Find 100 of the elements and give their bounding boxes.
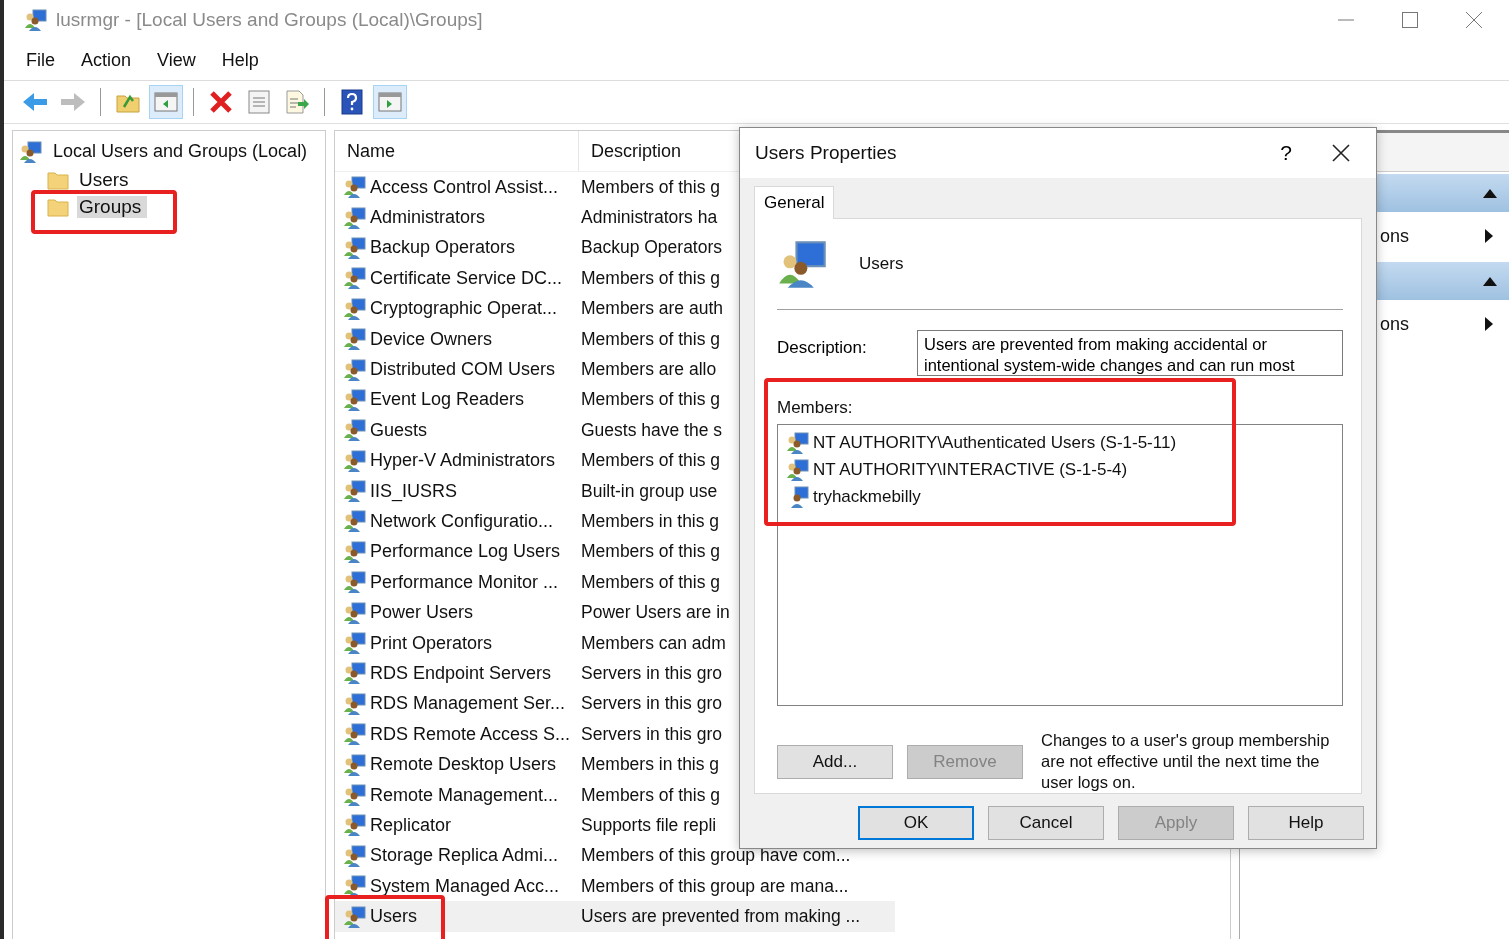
group-icon bbox=[786, 457, 810, 482]
group-description: Members are auth bbox=[580, 298, 723, 320]
group-description: Built-in group use bbox=[580, 480, 718, 502]
properties-icon bbox=[248, 90, 270, 114]
pane-menu-entry[interactable]: ons bbox=[1379, 225, 1409, 247]
group-name: Distributed COM Users bbox=[370, 359, 556, 381]
group-icon bbox=[343, 783, 367, 807]
group-icon bbox=[343, 175, 367, 200]
submenu-arrow-icon bbox=[1485, 229, 1493, 243]
member-item[interactable]: NT AUTHORITY\Authenticated Users (S-1-5-11) bbox=[813, 432, 1177, 453]
window-title: lusrmgr - [Local Users and Groups (Local)\Groups] bbox=[56, 9, 483, 31]
members-list[interactable]: NT AUTHORITY\Authenticated Users (S-1-5-11) NT AUTHORITY\INTERACTIVE (S-1-5-4) tryhackmebilly bbox=[777, 424, 1343, 706]
group-icon bbox=[343, 600, 367, 625]
group-icon bbox=[343, 448, 367, 473]
membership-note: Changes to a user's group membership are not effective until the next time the user logs on. bbox=[1041, 730, 1331, 793]
group-name: Administrators bbox=[370, 207, 486, 229]
show-action-pane-icon bbox=[378, 91, 402, 113]
member-button[interactable]: Add... bbox=[777, 744, 893, 779]
group-icon bbox=[343, 418, 367, 443]
group-icon bbox=[343, 387, 367, 412]
group-name: Users bbox=[859, 254, 904, 274]
column-header[interactable]: Name bbox=[335, 131, 579, 171]
tree-item[interactable]: Users bbox=[77, 168, 135, 191]
group-icon bbox=[343, 661, 367, 686]
folder-icon bbox=[47, 196, 69, 217]
group-description: Members of this g bbox=[580, 784, 721, 806]
group-icon bbox=[343, 509, 367, 534]
menu-item[interactable]: File bbox=[26, 49, 55, 71]
group-description: Members of this g bbox=[580, 571, 721, 593]
group-name: Certificate Service DC... bbox=[370, 267, 563, 289]
group-description: Members of this g bbox=[580, 176, 721, 198]
group-description: Servers in this gro bbox=[580, 693, 723, 715]
list-row[interactable]: Storage Replica Admi... Members of this group have com... bbox=[335, 840, 895, 871]
tree-item[interactable]: Groups bbox=[77, 195, 148, 218]
show-tree-icon bbox=[154, 91, 178, 113]
group-name: RDS Management Ser... bbox=[370, 693, 566, 715]
group-description: Backup Operators bbox=[580, 237, 723, 259]
group-name: Performance Log Users bbox=[370, 541, 561, 563]
group-icon bbox=[343, 722, 367, 747]
close-icon bbox=[1332, 144, 1350, 162]
group-description: Members of this group are mana... bbox=[580, 875, 849, 897]
list-row[interactable]: System Managed Acc... Members of this group are mana... bbox=[335, 871, 895, 902]
group-description: Members of this g bbox=[580, 328, 721, 350]
group-name: Access Control Assist... bbox=[370, 176, 559, 198]
group-icon bbox=[343, 235, 367, 260]
group-description: Guests have the s bbox=[580, 419, 723, 441]
pane-menu-entry[interactable]: ons bbox=[1379, 313, 1409, 335]
group-icon bbox=[343, 539, 367, 564]
group-name: Performance Monitor ... bbox=[370, 571, 559, 593]
users-group-icon bbox=[777, 238, 829, 290]
group-name: Network Configuratio... bbox=[370, 511, 554, 532]
members-label: Members: bbox=[777, 398, 854, 418]
group-icon bbox=[343, 813, 367, 838]
group-name: IIS_IUSRS bbox=[370, 480, 458, 502]
dialog-button[interactable]: Cancel bbox=[988, 806, 1104, 840]
app-icon bbox=[24, 8, 48, 32]
group-icon bbox=[343, 205, 367, 230]
close-icon[interactable] bbox=[1465, 11, 1483, 29]
group-description: Users are prevented from making ... bbox=[580, 906, 861, 928]
submenu-arrow-icon bbox=[1485, 317, 1493, 331]
group-name: Event Log Readers bbox=[370, 389, 525, 411]
dialog-button[interactable]: OK bbox=[858, 806, 974, 840]
maximize-icon[interactable] bbox=[1401, 11, 1419, 29]
show-tree-button[interactable] bbox=[149, 85, 183, 119]
computer-users-icon bbox=[19, 139, 43, 164]
group-name: Guests bbox=[370, 419, 428, 441]
description-field[interactable]: Users are prevented from making accidental or intentional system-wide changes and can run most bbox=[917, 330, 1343, 376]
group-name: Backup Operators bbox=[370, 237, 516, 259]
group-icon bbox=[343, 266, 367, 291]
group-icon bbox=[343, 296, 367, 321]
dialog-button[interactable]: Help bbox=[1248, 806, 1364, 840]
member-item[interactable]: tryhackmebilly bbox=[813, 486, 921, 507]
folder-icon bbox=[47, 169, 69, 190]
help-button[interactable]: ? bbox=[1266, 140, 1306, 166]
group-icon bbox=[343, 631, 367, 656]
group-name: Replicator bbox=[370, 814, 452, 836]
group-name: Cryptographic Operat... bbox=[370, 298, 558, 320]
menu-item[interactable]: View bbox=[157, 49, 196, 71]
group-name: Remote Desktop Users bbox=[370, 754, 557, 776]
group-icon bbox=[343, 327, 367, 352]
group-name: Print Operators bbox=[370, 632, 493, 654]
group-description: Administrators ha bbox=[580, 207, 718, 229]
group-name: Remote Management... bbox=[370, 784, 559, 806]
list-row[interactable]: Users Users are prevented from making ... bbox=[335, 901, 895, 932]
group-name: System Managed Acc... bbox=[370, 875, 560, 897]
group-name: Device Owners bbox=[370, 328, 493, 350]
group-description: Servers in this gro bbox=[580, 662, 723, 684]
list-row[interactable]: Cryptographic Operat... Members are auth bbox=[335, 293, 895, 324]
group-icon bbox=[343, 752, 367, 777]
group-icon bbox=[343, 904, 367, 929]
menu-item[interactable]: Help bbox=[221, 49, 259, 71]
menu-item[interactable]: Action bbox=[81, 49, 132, 71]
group-name: Power Users bbox=[370, 602, 474, 624]
tab[interactable]: General bbox=[754, 186, 835, 219]
delete-icon bbox=[209, 90, 233, 114]
group-description: Members of this g bbox=[580, 389, 721, 411]
group-icon bbox=[343, 357, 367, 382]
member-item[interactable]: NT AUTHORITY\INTERACTIVE (S-1-5-4) bbox=[813, 459, 1128, 480]
group-description: Power Users are in bbox=[580, 602, 730, 624]
tree-item[interactable]: Local Users and Groups (Local) bbox=[51, 141, 314, 162]
